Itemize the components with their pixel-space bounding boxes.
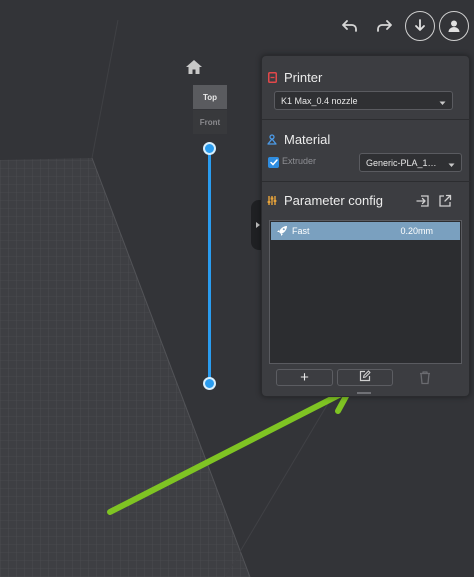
side-panel: Printer K1 Max_0.4 nozzle Material Extru…: [261, 55, 471, 397]
add-profile-label: +: [300, 369, 309, 386]
printer-title: Printer: [284, 70, 323, 85]
material-title: Material: [284, 132, 331, 147]
edit-icon: [359, 369, 371, 387]
material-section-header: Material: [267, 132, 330, 147]
home-icon[interactable]: [185, 59, 203, 75]
chevron-down-icon: [439, 98, 446, 108]
undo-icon[interactable]: [340, 16, 360, 36]
import-icon[interactable]: [416, 194, 430, 208]
download-icon[interactable]: [405, 11, 435, 41]
parameter-section-header: Parameter config: [267, 193, 383, 208]
profile-list[interactable]: Fast 0.20mm: [269, 220, 462, 364]
panel-resize-grip[interactable]: [357, 392, 371, 394]
printer-icon: [267, 72, 277, 84]
chevron-down-icon: [448, 160, 455, 170]
view-top-button[interactable]: Top: [193, 85, 227, 109]
printer-select[interactable]: K1 Max_0.4 nozzle: [274, 91, 453, 110]
redo-icon[interactable]: [374, 16, 394, 36]
profile-name: Fast: [292, 226, 310, 236]
rocket-icon: [276, 225, 288, 237]
view-front-button[interactable]: Front: [193, 110, 227, 134]
layer-slider-track[interactable]: [208, 148, 211, 384]
material-selected-value: Generic-PLA_1…: [366, 157, 437, 168]
material-icon: [267, 134, 277, 146]
extruder-label: Extruder: [282, 156, 317, 166]
parameter-sliders-icon: [267, 195, 277, 207]
edit-profile-button[interactable]: [337, 369, 393, 386]
section-divider: [262, 181, 471, 182]
export-icon[interactable]: [438, 194, 452, 208]
profile-layer-height: 0.20mm: [400, 226, 433, 236]
section-divider: [262, 119, 471, 120]
add-profile-button[interactable]: +: [276, 369, 333, 386]
printer-section-header: Printer: [267, 70, 322, 85]
layer-slider-lower-handle[interactable]: [203, 377, 216, 390]
material-select[interactable]: Generic-PLA_1…: [359, 153, 462, 172]
printer-selected-value: K1 Max_0.4 nozzle: [281, 95, 358, 106]
extruder-checkbox[interactable]: [268, 157, 279, 168]
profile-row-fast[interactable]: Fast 0.20mm: [271, 222, 460, 240]
delete-profile-icon[interactable]: [418, 370, 432, 385]
account-icon[interactable]: [439, 11, 469, 41]
layer-slider-upper-handle[interactable]: [203, 142, 216, 155]
parameter-title: Parameter config: [284, 193, 383, 208]
